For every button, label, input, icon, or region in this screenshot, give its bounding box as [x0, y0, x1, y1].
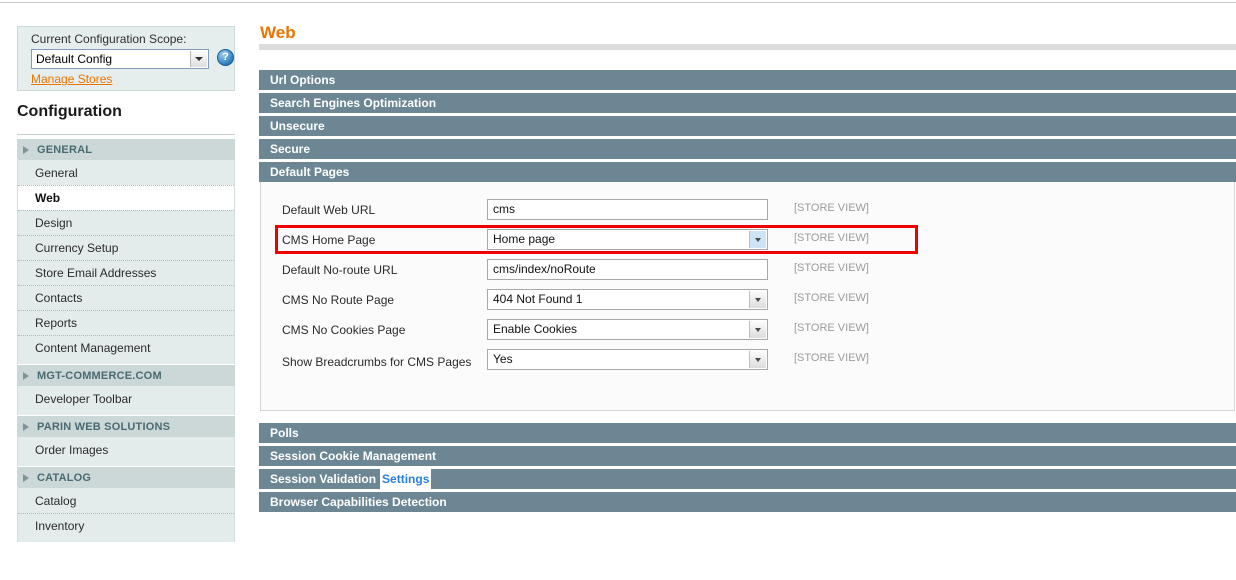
section-header-secure[interactable]: Secure	[259, 139, 1236, 159]
section-header-label: Session Cookie Management	[270, 449, 437, 463]
scope-select[interactable]: Default Config	[31, 49, 209, 69]
left-column: Current Configuration Scope: Default Con…	[0, 0, 236, 580]
sidebar-item-web[interactable]: Web	[18, 185, 234, 210]
nav-group-header[interactable]: MGT-COMMERCE.COM	[17, 364, 235, 386]
nav-group-label: PARIN WEB SOLUTIONS	[37, 420, 171, 433]
sidebar-item-currency-setup[interactable]: Currency Setup	[18, 235, 234, 260]
scope-badge: [STORE VIEW]	[794, 262, 869, 274]
select-show-breadcrumbs-for-cms-pages[interactable]: Yes	[487, 349, 768, 370]
section-header-search-engines-optimization[interactable]: Search Engines Optimization	[259, 93, 1236, 113]
text-input-default-web-url[interactable]: cms	[487, 199, 768, 220]
section-header-label: Polls	[270, 426, 299, 440]
help-icon[interactable]: ?	[217, 49, 234, 66]
section-header-session-validation[interactable]: Session Validation Settings	[259, 469, 1236, 489]
chevron-down-icon[interactable]	[749, 231, 766, 248]
section-header-label: Browser Capabilities Detection	[270, 495, 447, 509]
scope-badge: [STORE VIEW]	[794, 202, 869, 214]
form-field-row: Show Breadcrumbs for CMS Pages Yes [STORE …	[261, 349, 1234, 379]
select-cms-no-cookies-page[interactable]: Enable Cookies	[487, 319, 768, 340]
nav-group: CATALOG Catalog Inventory	[17, 466, 235, 542]
chevron-down-icon[interactable]	[749, 351, 766, 368]
form-field-row: CMS No Cookies Page Enable Cookies [STORE …	[261, 319, 1234, 349]
page-title-configuration: Configuration	[17, 103, 122, 120]
section-header-default-pages[interactable]: Default Pages	[259, 162, 1236, 182]
nav-group: MGT-COMMERCE.COM Developer Toolbar	[17, 364, 235, 415]
nav-group-items: General Web Design Currency Setup Store Emai…	[17, 160, 235, 364]
sidebar-item-catalog[interactable]: Catalog	[18, 488, 234, 513]
field-value: cms/index/noRoute	[493, 262, 596, 276]
scope-badge: [STORE VIEW]	[794, 232, 869, 244]
sidebar-item-design[interactable]: Design	[18, 210, 234, 235]
nav-group: PARIN WEB SOLUTIONS Order Images	[17, 415, 235, 466]
triangle-right-icon	[23, 422, 29, 431]
section-header-session-cookie-management[interactable]: Session Cookie Management	[259, 446, 1236, 466]
form-field-row: Default Web URL cms [STORE VIEW]	[261, 199, 1234, 229]
nav-group-header[interactable]: PARIN WEB SOLUTIONS	[17, 415, 235, 437]
field-label: CMS No Cookies Page	[282, 323, 406, 337]
form-field-row: Default No-route URL cms/index/noRoute [ST…	[261, 259, 1234, 289]
nav-group-label: MGT-COMMERCE.COM	[37, 369, 162, 382]
form-field-row: CMS Home Page Home page [STORE VIEW]	[261, 229, 1234, 259]
section-header-unsecure[interactable]: Unsecure	[259, 116, 1236, 136]
section-header-url-options[interactable]: Url Options	[259, 70, 1236, 90]
sidebar-item-developer-toolbar[interactable]: Developer Toolbar	[18, 386, 234, 411]
nav-group-items: Catalog Inventory	[17, 488, 235, 542]
nav-group-items: Developer Toolbar	[17, 386, 235, 415]
nav-group-header[interactable]: GENERAL	[17, 138, 235, 160]
field-value: Home page	[493, 232, 556, 246]
nav-group: GENERAL General Web Design Currency Setup Sto…	[17, 138, 235, 364]
triangle-right-icon	[23, 371, 29, 380]
configuration-underline	[17, 134, 235, 135]
configuration-nav: GENERAL General Web Design Currency Setup Sto…	[17, 138, 235, 542]
sidebar-item-content-management[interactable]: Content Management	[18, 335, 234, 360]
manage-stores-link[interactable]: Manage Stores	[31, 72, 112, 86]
scope-label: Current Configuration Scope:	[31, 32, 187, 46]
scope-badge: [STORE VIEW]	[794, 322, 869, 334]
sidebar-item-reports[interactable]: Reports	[18, 310, 234, 335]
default-pages-form-panel: Default Web URL cms [STORE VIEW] CMS Home P…	[260, 182, 1235, 411]
nav-group-items: Order Images	[17, 437, 235, 466]
sidebar-item-contacts[interactable]: Contacts	[18, 285, 234, 310]
field-value: 404 Not Found 1	[493, 292, 583, 306]
section-header-polls[interactable]: Polls	[259, 423, 1236, 443]
triangle-right-icon	[23, 473, 29, 482]
select-cms-no-route-page[interactable]: 404 Not Found 1	[487, 289, 768, 310]
page-title: Web	[260, 23, 296, 42]
page-root: Current Configuration Scope: Default Con…	[0, 0, 1236, 580]
scope-select-value: Default Config	[36, 52, 113, 66]
field-label: Show Breadcrumbs for CMS Pages	[282, 355, 472, 369]
field-label: CMS No Route Page	[282, 293, 395, 307]
section-header-label: Session Validation	[270, 472, 377, 486]
text-input-default-no-route-url[interactable]: cms/index/noRoute	[487, 259, 768, 280]
nav-group-label: GENERAL	[37, 143, 93, 156]
field-value: Enable Cookies	[493, 322, 578, 336]
configuration-scope-panel: Current Configuration Scope: Default Con…	[17, 26, 235, 91]
nav-group-header[interactable]: CATALOG	[17, 466, 235, 488]
title-divider	[259, 44, 1236, 50]
sidebar-item-order-images[interactable]: Order Images	[18, 437, 234, 462]
nav-group-label: CATALOG	[37, 471, 92, 484]
field-label: Default No-route URL	[282, 263, 398, 277]
chevron-down-icon[interactable]	[749, 321, 766, 338]
settings-highlighted-text[interactable]: Settings	[380, 469, 432, 489]
triangle-right-icon	[23, 145, 29, 154]
field-value: Yes	[493, 352, 513, 366]
field-label: CMS Home Page	[282, 233, 376, 247]
main-content: Web Url Options Search Engines Optimizati…	[259, 0, 1236, 580]
form-field-row: CMS No Route Page 404 Not Found 1 [STORE V…	[261, 289, 1234, 319]
field-label: Default Web URL	[282, 203, 376, 217]
sidebar-item-store-email-addresses[interactable]: Store Email Addresses	[18, 260, 234, 285]
field-value: cms	[493, 202, 515, 216]
chevron-down-icon[interactable]	[190, 51, 207, 67]
sidebar-item-inventory[interactable]: Inventory	[18, 513, 234, 538]
select-cms-home-page[interactable]: Home page	[487, 229, 768, 250]
scope-badge: [STORE VIEW]	[794, 352, 869, 364]
section-header-browser-capabilities-detection[interactable]: Browser Capabilities Detection	[259, 492, 1236, 512]
chevron-down-icon[interactable]	[749, 291, 766, 308]
scope-badge: [STORE VIEW]	[794, 292, 869, 304]
sidebar-item-general[interactable]: General	[18, 160, 234, 185]
